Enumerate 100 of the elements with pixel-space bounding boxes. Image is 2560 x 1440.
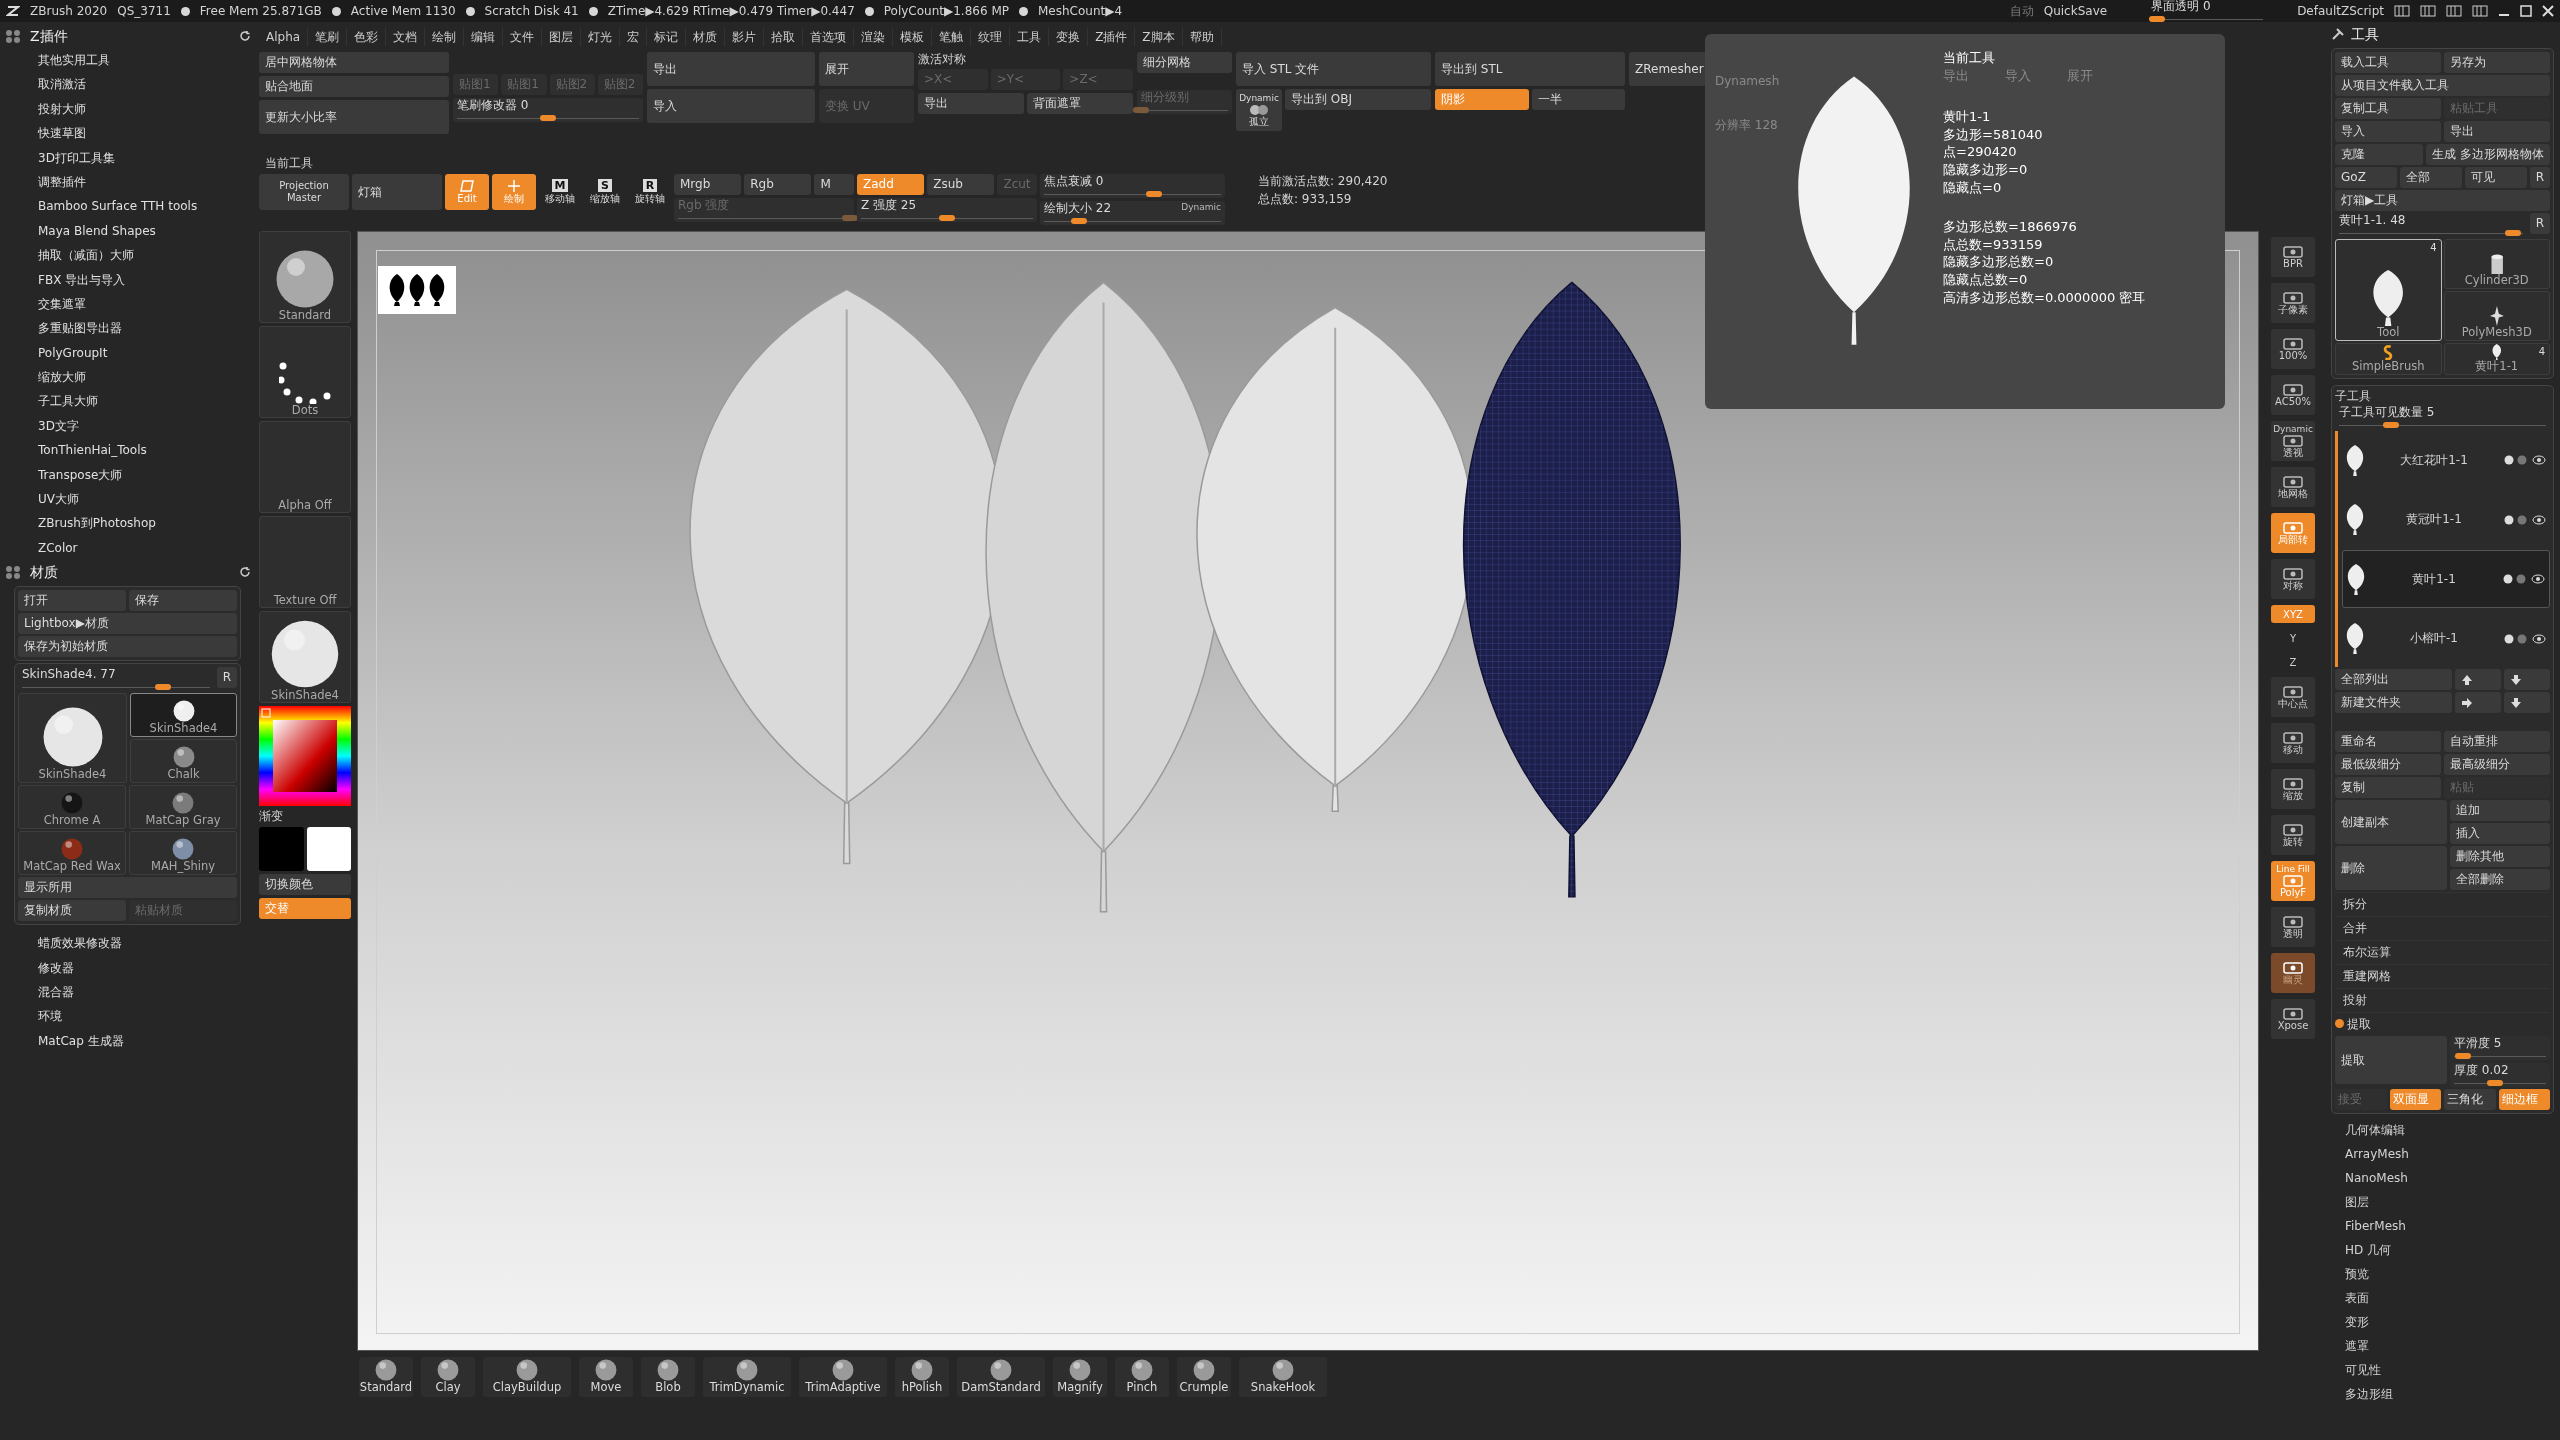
plugin-menu-item[interactable]: 调整插件 xyxy=(4,169,251,195)
subtool-item[interactable]: 小榕叶-1 xyxy=(2342,609,2550,668)
shelf-button[interactable]: 导入 STL 文件 xyxy=(1236,52,1431,86)
panel-header[interactable]: 材质 xyxy=(30,563,233,581)
menu-item[interactable]: 文档 xyxy=(386,28,426,46)
tool-button[interactable]: 生成 多边形网格物体 xyxy=(2426,144,2550,165)
menu-item[interactable]: Alpha xyxy=(259,28,309,46)
shelf-thumbnail[interactable]: SkinShade4 xyxy=(259,611,351,704)
tool-section-item[interactable]: 遮罩 xyxy=(2345,1334,2369,1359)
slider-thumb[interactable] xyxy=(939,215,955,222)
tool-thumbnail[interactable]: Tool 4 xyxy=(2335,239,2442,341)
reset-button[interactable]: R xyxy=(216,667,237,689)
isolate-button[interactable]: Dynamic 孤立 xyxy=(1236,89,1282,131)
menu-item[interactable]: 笔刷 xyxy=(308,28,348,46)
toolbar-slider[interactable]: 绘制大小 22 Dynamic xyxy=(1040,201,1225,226)
material-thumbnail[interactable]: MatCap Red Wax xyxy=(18,831,126,876)
reset-button[interactable]: R xyxy=(2529,213,2550,234)
section-header[interactable]: 提取 xyxy=(2335,1016,2371,1032)
shelf-button[interactable]: 一半 xyxy=(1531,89,1625,110)
quicksave-button[interactable]: QuickSave xyxy=(2043,3,2108,19)
shelf-button[interactable]: 细分网格 xyxy=(1137,52,1232,73)
tool-thumbnail[interactable]: 黄叶1-1 4 xyxy=(2443,343,2550,375)
layout-icon[interactable] xyxy=(2394,5,2410,17)
menu-item[interactable]: 灯光 xyxy=(581,28,621,46)
subtool-item[interactable]: 黄叶1-1 xyxy=(2342,550,2550,608)
tool-button[interactable]: 全部 xyxy=(2399,167,2462,188)
plugin-menu-item[interactable]: 投射大师 xyxy=(4,96,251,122)
plugin-menu-item[interactable]: 子工具大师 xyxy=(4,389,251,414)
shelf-button[interactable]: 导出 xyxy=(647,52,815,86)
plugin-menu-item[interactable]: ZBrush到Photoshop xyxy=(4,511,251,536)
toolbar-button[interactable]: Zsub xyxy=(927,174,995,196)
tool-thumbnail[interactable]: Cylinder3D xyxy=(2443,239,2550,289)
material-thumbnail[interactable]: Chalk xyxy=(130,739,237,784)
plugin-menu-item[interactable]: PolyGroupIt xyxy=(4,340,251,366)
tool-button[interactable]: GoZ xyxy=(2335,167,2397,188)
material-thumbnail[interactable]: SkinShade4 xyxy=(130,693,237,738)
arrow-right-button[interactable] xyxy=(2455,692,2501,714)
window-icon[interactable] xyxy=(2472,5,2488,17)
shelf-button[interactable]: 导入 xyxy=(647,89,815,123)
toolbar-button[interactable]: 灯箱 xyxy=(352,174,442,211)
plugin-menu-item[interactable]: TonThienHai_Tools xyxy=(4,438,251,463)
menu-item[interactable]: 拾取 xyxy=(764,28,804,46)
subtool-button[interactable]: 删除其他 xyxy=(2450,846,2550,868)
window-icon[interactable] xyxy=(2446,5,2462,17)
tool-section-item[interactable]: ArrayMesh xyxy=(2345,1142,2409,1167)
subtool-button[interactable]: 最低级细分 xyxy=(2335,754,2441,776)
close-icon[interactable] xyxy=(2542,5,2554,17)
toolbar-button[interactable]: Rgb xyxy=(744,174,812,196)
shelf-button[interactable]: 贴合地面 xyxy=(259,76,449,97)
section-header[interactable]: 投射 xyxy=(2335,992,2367,1008)
material-button[interactable]: Lightbox▶材质 xyxy=(18,613,237,635)
menu-item[interactable]: 模板 xyxy=(893,28,933,46)
plugin-menu-item[interactable]: 修改器 xyxy=(4,955,251,980)
thickness-slider[interactable]: 厚度 0.02 xyxy=(2450,1063,2550,1088)
slider-thumb[interactable] xyxy=(2455,1053,2472,1060)
slider-thumb[interactable] xyxy=(1071,218,1088,225)
material-button[interactable]: 复制材质 xyxy=(18,900,126,922)
menu-item[interactable]: 色彩 xyxy=(347,28,387,46)
menu-item[interactable]: 渲染 xyxy=(854,28,894,46)
viewport-tool-button[interactable]: 中心点 xyxy=(2271,677,2315,718)
toolbar-button[interactable]: Projection Master xyxy=(259,174,349,211)
viewport-tool-button[interactable]: 子像素 xyxy=(2271,283,2315,324)
plugin-menu-item[interactable]: 其他实用工具 xyxy=(4,48,251,73)
shelf-thumbnail[interactable]: Standard xyxy=(259,231,351,324)
brush-button[interactable]: SnakeHook xyxy=(1239,1357,1327,1398)
material-slider[interactable]: SkinShade4. 77 xyxy=(18,667,214,692)
tool-button[interactable]: 复制工具 xyxy=(2335,98,2441,119)
plugin-menu-item[interactable]: Transpose大师 xyxy=(4,462,251,488)
brush-button[interactable]: TrimDynamic xyxy=(703,1357,791,1398)
arrow-down-button[interactable] xyxy=(2504,692,2550,714)
maximize-icon[interactable] xyxy=(2520,5,2532,17)
menu-item[interactable]: 首选项 xyxy=(803,28,855,46)
subtool-button[interactable]: 全部列出 xyxy=(2335,669,2452,691)
tool-button[interactable]: 可见 xyxy=(2464,167,2527,188)
color-swatch[interactable] xyxy=(306,826,351,871)
material-button[interactable]: 保存为初始材质 xyxy=(18,636,237,658)
shelf-button[interactable]: 导出到 OBJ xyxy=(1285,89,1431,110)
subtool-item[interactable]: 黄冠叶1-1 xyxy=(2342,490,2550,549)
axis-button[interactable]: M 移动轴 xyxy=(539,174,581,211)
smooth-slider[interactable]: 平滑度 5 xyxy=(2450,1036,2550,1061)
shelf-button[interactable]: 更新大小比率 xyxy=(259,100,449,134)
subtool-button[interactable]: 重命名 xyxy=(2335,731,2441,753)
viewport-tool-button[interactable]: AC50% xyxy=(2271,375,2315,416)
brush-button[interactable]: Pinch xyxy=(1115,1357,1169,1398)
tool-button[interactable]: 灯箱▶工具 xyxy=(2335,190,2550,211)
plugin-menu-item[interactable]: Bamboo Surface TTH tools xyxy=(4,194,251,219)
menu-item[interactable]: 影片 xyxy=(725,28,765,46)
menu-item[interactable]: Z插件 xyxy=(1088,28,1136,46)
subtool-button[interactable]: 创建副本 xyxy=(2335,800,2447,845)
layout-icon[interactable] xyxy=(2420,5,2436,17)
plugin-menu-item[interactable]: 取消激活 xyxy=(4,72,251,97)
tool-button[interactable]: 载入工具 xyxy=(2335,52,2441,73)
slider-thumb[interactable] xyxy=(2148,16,2165,22)
tool-section-item[interactable]: HD 几何 xyxy=(2345,1238,2392,1263)
extract-option-button[interactable]: 三角化 xyxy=(2444,1089,2496,1111)
refresh-icon[interactable] xyxy=(239,30,251,42)
section-header[interactable]: 拆分 xyxy=(2335,896,2367,912)
toolbar-slider[interactable]: Z 强度 25 xyxy=(857,198,1037,223)
subtool-button[interactable]: 插入 xyxy=(2450,823,2550,845)
slider-thumb[interactable] xyxy=(2382,422,2399,429)
